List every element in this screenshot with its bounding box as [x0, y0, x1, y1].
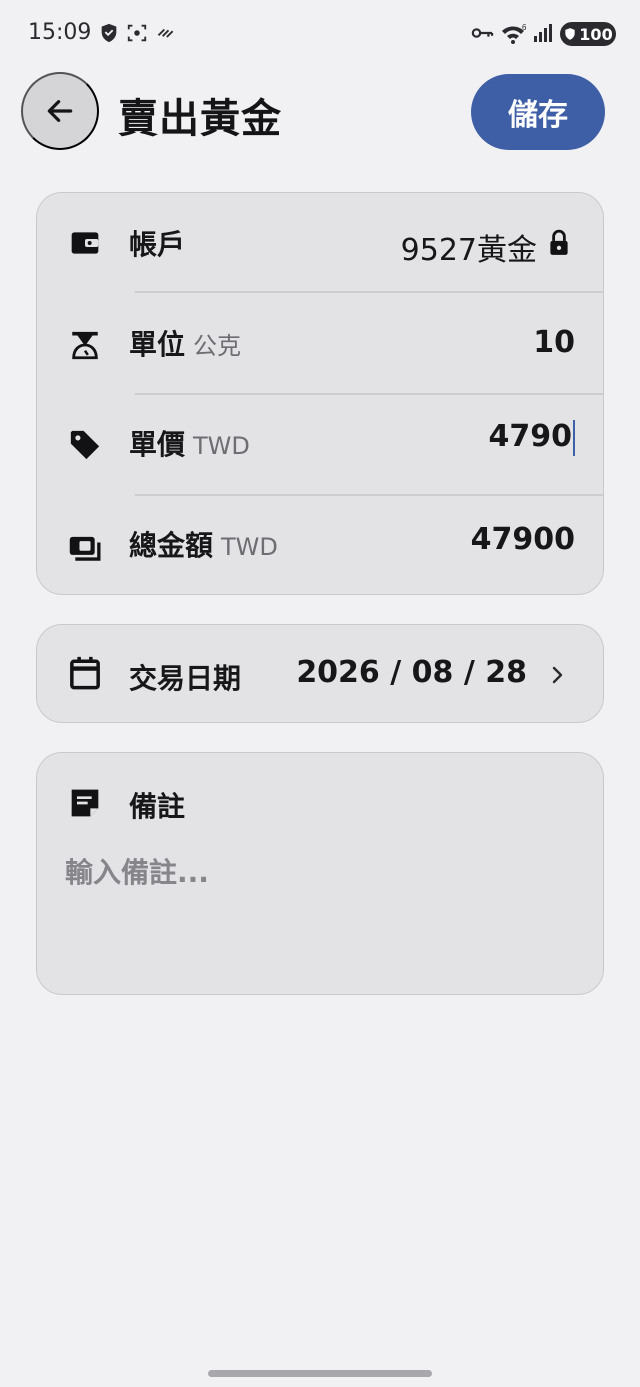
total-value: 47900: [470, 522, 575, 557]
price-label: 單價 TWD: [129, 423, 250, 463]
chevron-right-icon: [539, 657, 575, 693]
key-icon: [470, 22, 494, 44]
signal-slash-icon: [156, 22, 176, 42]
svg-text:6: 6: [522, 23, 527, 32]
total-currency: TWD: [221, 533, 278, 561]
battery-indicator: 100: [560, 22, 616, 46]
account-label: 帳戶: [129, 228, 186, 261]
arrow-left-icon: [47, 100, 73, 122]
transaction-date-card[interactable]: 交易日期 2026 / 08 / 28: [36, 624, 604, 723]
text-caret: [573, 419, 575, 456]
unit-label-text: 單位: [129, 328, 186, 361]
battery-level: 100: [579, 24, 613, 44]
unit-suffix: 公克: [193, 332, 242, 360]
price-value-text: 4790: [488, 419, 573, 454]
price-row[interactable]: 單價 TWD 4790: [37, 395, 603, 495]
back-button[interactable]: [21, 72, 99, 150]
total-row: 總金額 TWD 47900: [37, 496, 603, 596]
save-button[interactable]: 儲存: [471, 74, 605, 150]
account-value: 9527黃金: [400, 233, 537, 268]
unit-row[interactable]: 單位 公克 10: [37, 293, 603, 393]
page-title: 賣出黃金: [118, 96, 282, 142]
total-label-text: 總金額: [129, 529, 214, 562]
cell-signal-icon: [532, 22, 554, 44]
shield-icon: [98, 22, 120, 44]
status-bar: 15:09 6 100: [0, 0, 640, 68]
lock-icon: [541, 225, 577, 261]
note-label: 備註: [129, 790, 186, 823]
unit-label: 單位 公克: [129, 323, 241, 363]
transaction-form-card: 帳戶 9527黃金 單位 公克 10 單價 TWD 4790 總金額 TWD 4790…: [36, 192, 604, 595]
battery-shield-icon: [565, 28, 575, 40]
unit-value-input[interactable]: 10: [533, 325, 575, 360]
wifi-6-icon: 6: [500, 22, 528, 46]
money-icon: [67, 530, 103, 566]
total-label: 總金額 TWD: [129, 524, 278, 564]
note-card[interactable]: 備註 輸入備註...: [36, 752, 604, 995]
price-value-input[interactable]: 4790: [488, 419, 575, 456]
date-value: 2026 / 08 / 28: [296, 655, 527, 690]
calendar-icon: [67, 655, 103, 691]
scale-icon: [67, 327, 103, 363]
tag-icon: [67, 427, 103, 463]
status-time: 15:09: [28, 20, 92, 45]
note-icon: [67, 785, 103, 821]
date-label: 交易日期: [129, 662, 242, 695]
price-currency: TWD: [193, 432, 250, 460]
screenshot-icon: [126, 22, 148, 44]
note-input[interactable]: 輸入備註...: [65, 851, 209, 891]
price-label-text: 單價: [129, 428, 186, 461]
account-row[interactable]: 帳戶 9527黃金: [37, 193, 603, 293]
wallet-icon: [67, 225, 103, 261]
home-indicator[interactable]: [208, 1370, 432, 1377]
